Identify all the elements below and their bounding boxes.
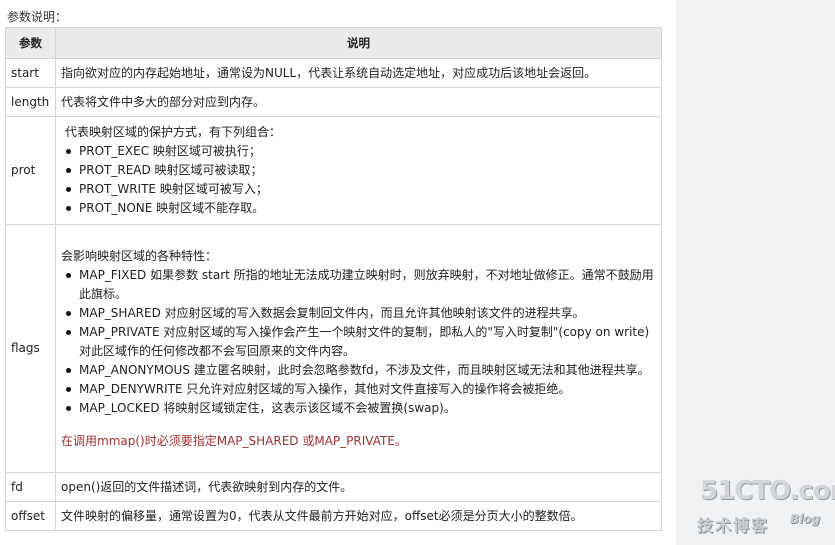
table-row: prot 代表映射区域的保护方式，有下列组合： PROT_EXEC 映射区域可被… [5, 116, 662, 225]
param-desc: 会影响映射区域的各种特性： MAP_FIXED 如果参数 start 所指的地址… [55, 224, 662, 473]
list-item: PROT_READ 映射区域可被读取； [66, 161, 656, 180]
flags-options: MAP_FIXED 如果参数 start 所指的地址无法成功建立映射时，则放弃映… [61, 266, 656, 418]
prot-intro: 代表映射区域的保护方式，有下列组合： [65, 125, 282, 139]
table-row: offset 文件映射的偏移量，通常设置为0，代表从文件最前方开始对应，offs… [5, 501, 662, 531]
list-item: MAP_ANONYMOUS 建立匿名映射，此时会忽略参数fd，不涉及文件，而且映… [66, 361, 656, 380]
param-name: flags [5, 224, 56, 473]
param-name: length [5, 87, 56, 117]
flags-intro: 会影响映射区域的各种特性： [61, 248, 218, 263]
prot-options: PROT_EXEC 映射区域可被执行； PROT_READ 映射区域可被读取； … [61, 142, 656, 218]
param-name: fd [5, 472, 56, 502]
param-desc: 代表映射区域的保护方式，有下列组合： PROT_EXEC 映射区域可被执行； P… [55, 116, 662, 225]
list-item: PROT_EXEC 映射区域可被执行； [66, 142, 656, 161]
parameter-table: 参数 说明 start 指向欲对应的内存起始地址，通常设为NULL，代表让系统自… [5, 27, 662, 531]
header-description: 说明 [55, 27, 662, 59]
list-item: MAP_PRIVATE 对应射区域的写入操作会产生一个映射文件的复制，即私人的"… [66, 323, 656, 361]
section-caption: 参数说明： [7, 10, 68, 24]
param-name: prot [5, 116, 56, 225]
watermark-blog: Blog [790, 512, 821, 526]
list-item: MAP_SHARED 对应射区域的写入数据会复制回文件内，而且允许其他映射该文件… [66, 304, 656, 323]
param-desc: 指向欲对应的内存起始地址，通常设为NULL，代表让系统自动选定地址，对应成功后该… [55, 58, 662, 88]
param-name: offset [5, 501, 56, 531]
list-item: PROT_NONE 映射区域不能存取。 [66, 199, 656, 218]
list-item: MAP_LOCKED 将映射区域锁定住，这表示该区域不会被置换(swap)。 [66, 399, 656, 418]
param-desc: open()返回的文件描述词，代表欲映射到内存的文件。 [55, 472, 662, 502]
right-sidebar [676, 0, 835, 545]
table-row: fd open()返回的文件描述词，代表欲映射到内存的文件。 [5, 472, 662, 502]
table-header-row: 参数 说明 [5, 27, 662, 59]
table-row: start 指向欲对应的内存起始地址，通常设为NULL，代表让系统自动选定地址，… [5, 58, 662, 88]
watermark-subtitle: 技术博客 [697, 516, 770, 535]
header-param: 参数 [5, 27, 56, 59]
list-item: MAP_FIXED 如果参数 start 所指的地址无法成功建立映射时，则放弃映… [66, 266, 656, 304]
site-watermark: 51CTO.com 技术博客 Blog [697, 476, 835, 536]
flags-note: 在调用mmap()时必须要指定MAP_SHARED 或MAP_PRIVATE。 [61, 433, 407, 448]
param-name: start [5, 58, 56, 88]
watermark-logo-text: 51CTO.com [700, 476, 835, 506]
param-desc: 文件映射的偏移量，通常设置为0，代表从文件最前方开始对应，offset必须是分页… [55, 501, 662, 531]
param-desc: 代表将文件中多大的部分对应到内存。 [55, 87, 662, 117]
table-row: flags 会影响映射区域的各种特性： MAP_FIXED 如果参数 start… [5, 224, 662, 473]
table-row: length 代表将文件中多大的部分对应到内存。 [5, 87, 662, 117]
list-item: PROT_WRITE 映射区域可被写入； [66, 180, 656, 199]
list-item: MAP_DENYWRITE 只允许对应射区域的写入操作，其他对文件直接写入的操作… [66, 380, 656, 399]
